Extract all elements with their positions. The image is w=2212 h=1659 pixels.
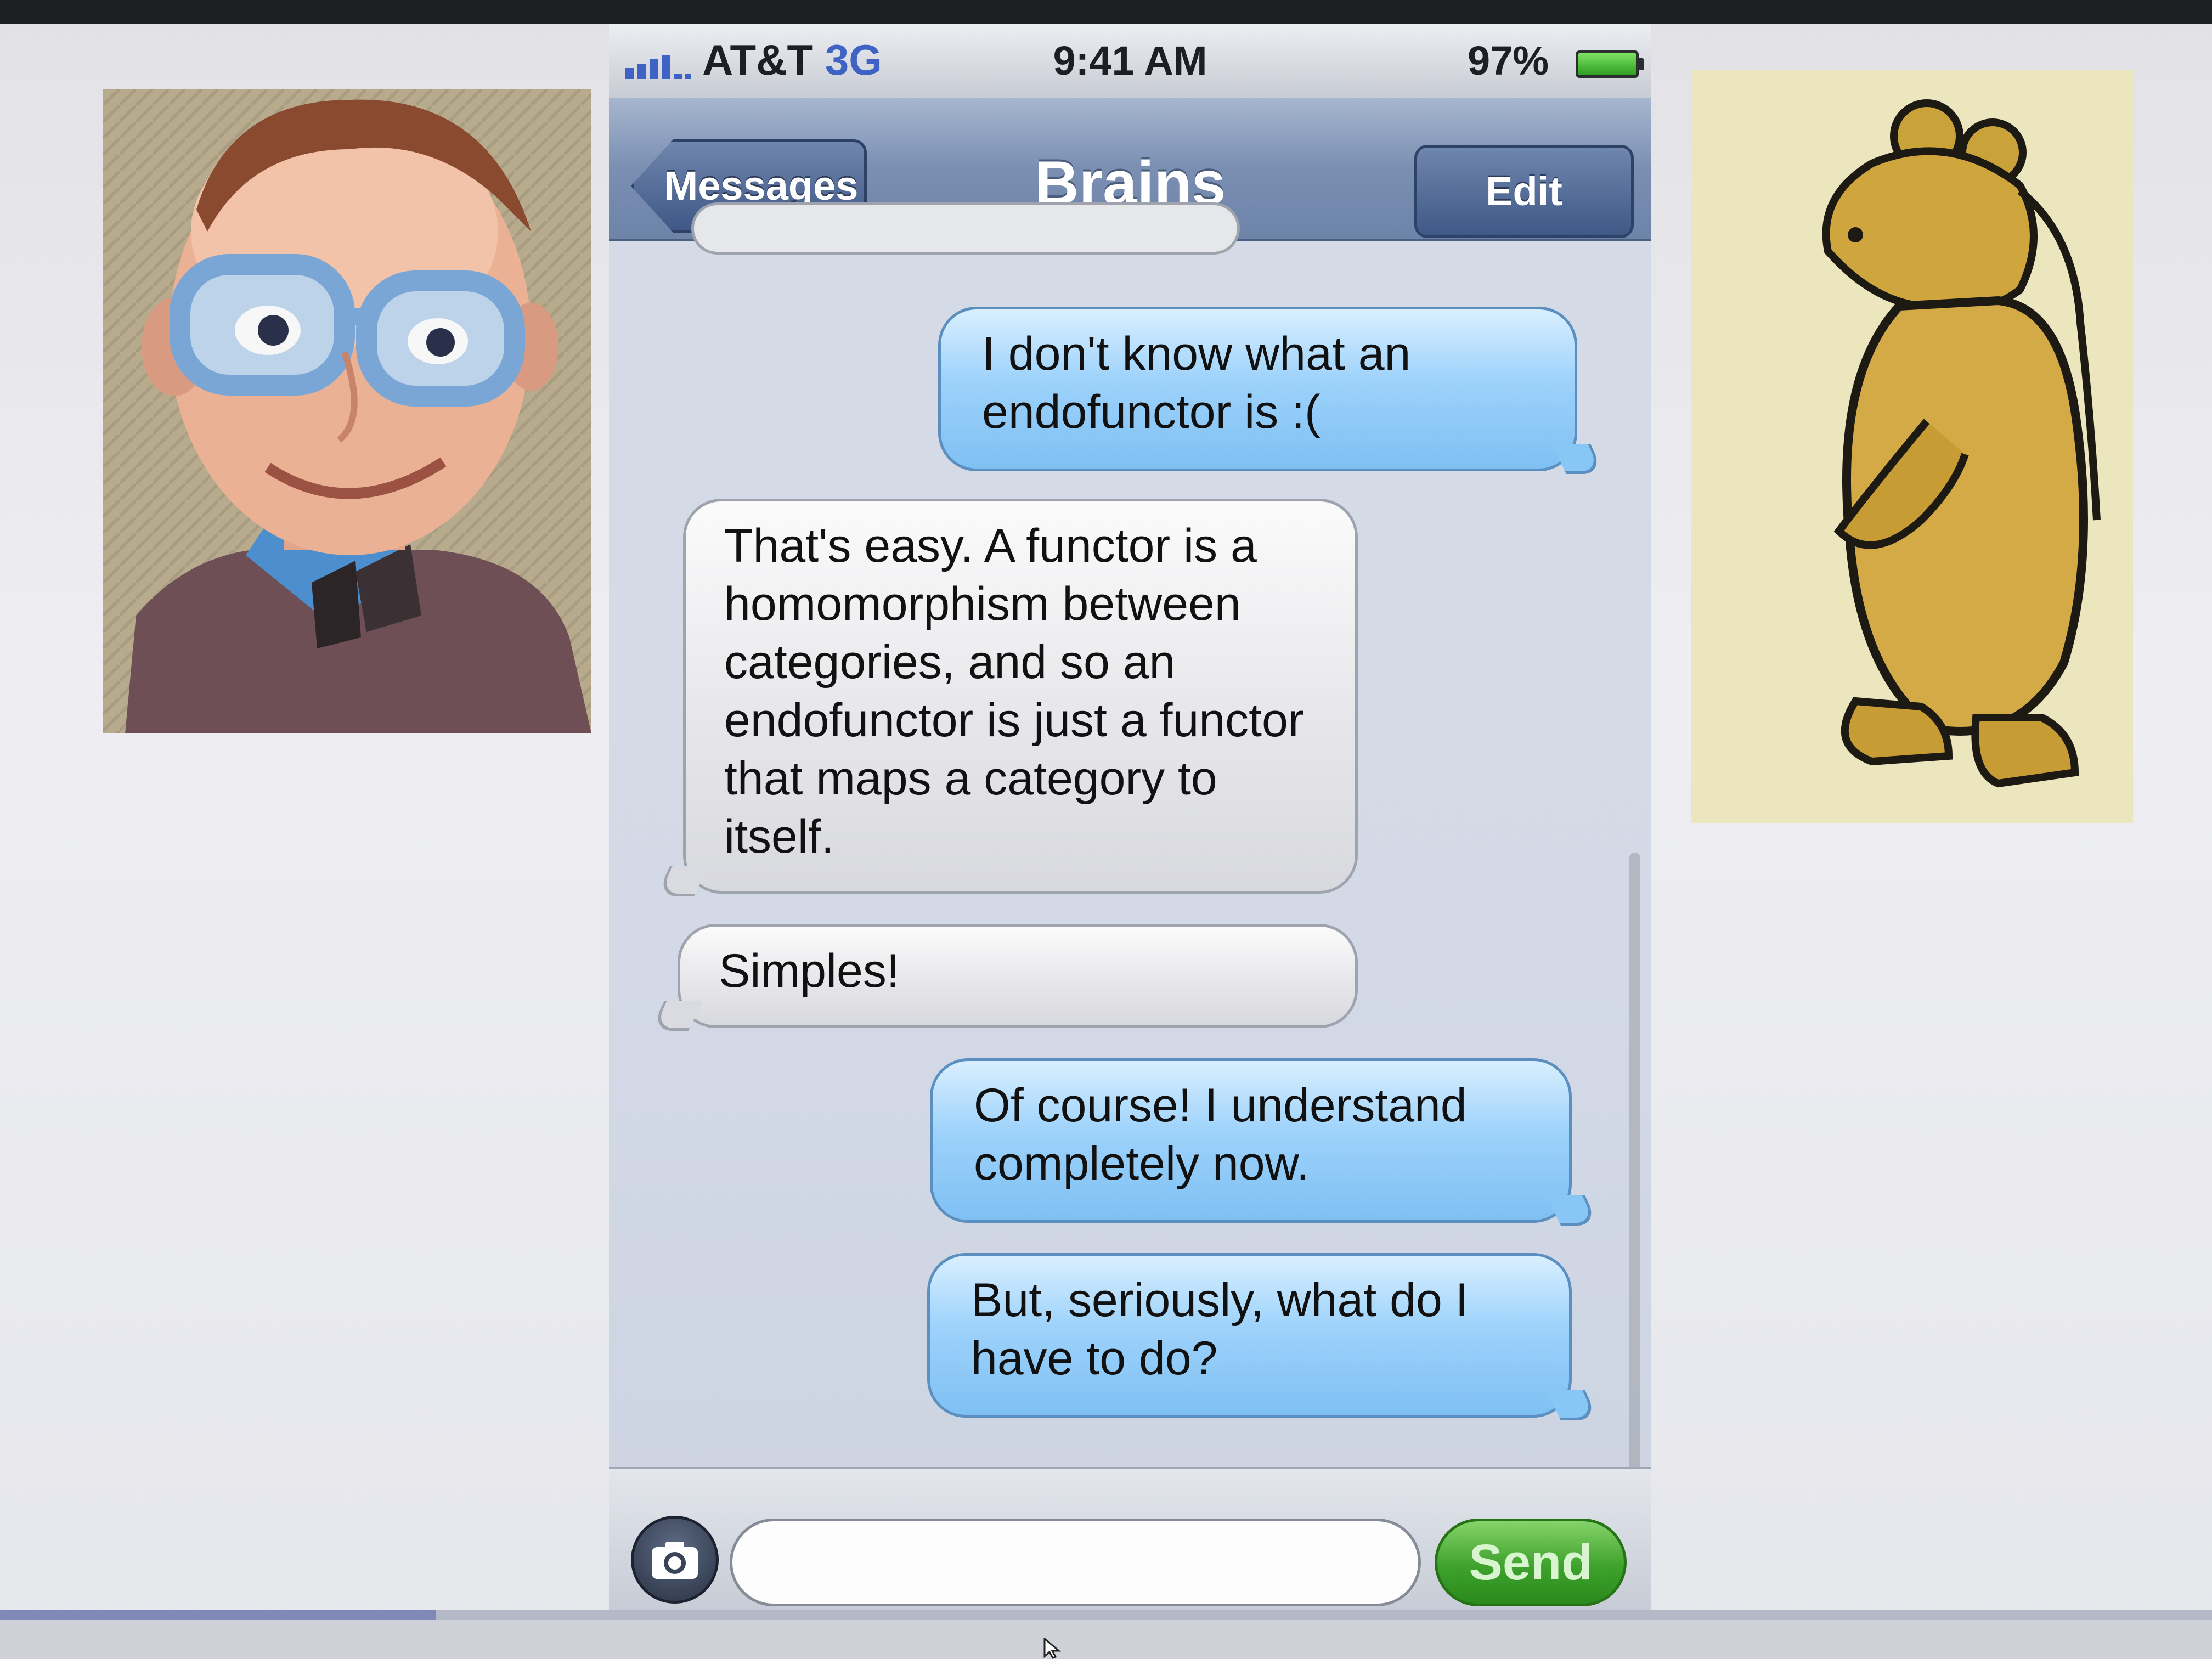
bubble-tail [1547, 1195, 1599, 1226]
camera-button[interactable] [631, 1516, 719, 1604]
message-bubble-received[interactable]: That's easy. A functor is a homomorphism… [656, 499, 1358, 896]
compose-bar: Send [609, 1467, 1651, 1610]
message-bubble-sent[interactable]: But, seriously, what do I have to do? [927, 1253, 1599, 1420]
message-line: itself. [724, 810, 834, 863]
bubble-tail [650, 1001, 703, 1031]
status-bar: AT&T 3G 9:41 AM 97% [609, 24, 1651, 98]
message-line: That's easy. A functor is a [724, 520, 1257, 572]
message-line: have to do? [971, 1332, 1218, 1385]
message-line: I don't know what an [982, 328, 1411, 380]
edit-button[interactable]: Edit [1414, 145, 1634, 238]
message-bubble-sent[interactable]: Of course! I understand completely now. [930, 1058, 1599, 1226]
camera-icon [652, 1542, 698, 1579]
message-input[interactable] [730, 1519, 1421, 1606]
battery-tip [1639, 58, 1644, 70]
message-line: But, seriously, what do I [971, 1274, 1469, 1327]
phone-screen: AT&T 3G 9:41 AM 97% Messages Brains Edit… [609, 24, 1651, 1610]
message-line: endofunctor is just a functor [724, 694, 1304, 747]
message-line: Of course! I understand [974, 1079, 1467, 1132]
message-line: that maps a category to [724, 752, 1217, 805]
message-line: endofunctor is :( [982, 386, 1321, 438]
screen-bezel [0, 0, 2212, 24]
thread-scrollbar[interactable] [1629, 853, 1640, 1478]
message-thread[interactable]: I don't know what an endofunctor is :( T… [609, 202, 1651, 1483]
message-bubble-sent[interactable]: I don't know what an endofunctor is :( [938, 307, 1605, 474]
message-line: homomorphism between [724, 578, 1241, 630]
message-line: Simples! [719, 945, 900, 997]
bubble-tail [1552, 444, 1605, 474]
mouse-pointer-icon [1043, 1638, 1062, 1659]
message-bubble-received[interactable]: Simples! [650, 924, 1358, 1031]
bubble-tail [1547, 1390, 1599, 1420]
puppet-with-glasses-photo [103, 89, 591, 733]
bear-illustration [1691, 70, 2133, 823]
battery-icon [1576, 50, 1639, 78]
clipped-message-bubble [691, 202, 1240, 255]
message-line: categories, and so an [724, 636, 1176, 689]
battery-percentage: 97% [1468, 38, 1549, 83]
progress-track [436, 1610, 2212, 1620]
page-progress-bar[interactable] [0, 1610, 436, 1620]
message-line: completely now. [974, 1137, 1310, 1190]
send-button[interactable]: Send [1435, 1519, 1627, 1606]
bubble-tail [656, 866, 708, 896]
